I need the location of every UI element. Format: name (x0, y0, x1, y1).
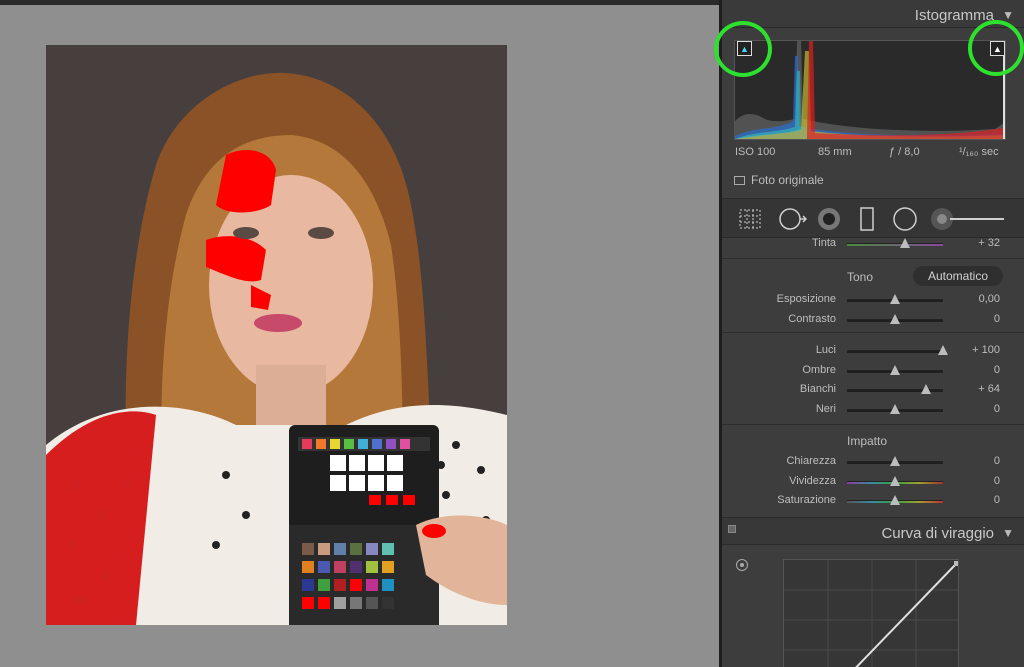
slider-value: + 64 (978, 383, 1000, 395)
histogram-header[interactable]: Istogramma ▼ (722, 0, 1024, 28)
slider-value: 0 (993, 313, 1000, 325)
histogram-graph (735, 41, 1005, 139)
shadow-clip-highlight-ring (714, 21, 772, 77)
slider-row-esposizione[interactable]: Esposizione 0,00 (722, 291, 1024, 309)
slider-row-neri[interactable]: Neri 0 (722, 401, 1024, 419)
slider-label: Saturazione (777, 494, 836, 506)
tone-curve-area (722, 545, 1024, 667)
slider-thumb[interactable] (890, 456, 900, 466)
slider-row-ombre[interactable]: Ombre 0 (722, 362, 1024, 380)
slider-row-chiarezza[interactable]: Chiarezza 0 (722, 453, 1024, 471)
red-eye-icon[interactable] (816, 206, 842, 235)
slider-row-bianchi[interactable]: Bianchi + 64 (722, 381, 1024, 399)
adjustment-brush-icon[interactable] (930, 207, 1006, 234)
slider-thumb[interactable] (890, 314, 900, 324)
triangle-down-icon[interactable]: ▼ (1002, 526, 1014, 540)
photo-preview[interactable] (46, 45, 507, 625)
original-photo-label: Foto originale (751, 173, 824, 187)
exif-iso: ISO 100 (735, 146, 776, 158)
grid-crop-icon[interactable] (738, 208, 762, 233)
tone-label: Tono (847, 270, 874, 284)
slider-thumb[interactable] (938, 345, 948, 355)
slider-thumb[interactable] (920, 384, 931, 394)
slider-label: Bianchi (799, 383, 836, 395)
slider-thumb[interactable] (890, 495, 900, 505)
spot-removal-icon[interactable] (778, 206, 808, 235)
slider-value: 0 (993, 363, 1000, 376)
slider-track[interactable] (847, 350, 943, 353)
slider-thumb[interactable] (890, 475, 900, 486)
graduated-filter-icon[interactable] (860, 207, 874, 234)
slider-row-luci[interactable]: Luci + 100 (722, 342, 1024, 360)
exif-shutter: ¹/₁₆₀ sec (959, 146, 999, 158)
radial-filter-icon[interactable] (892, 206, 918, 235)
tint-slider-row[interactable]: Tinta + 32 (722, 235, 1024, 253)
tone-curve-header[interactable]: Curva di viraggio ▼ (722, 517, 1024, 545)
tint-track[interactable] (847, 243, 943, 246)
slider-label: Chiarezza (786, 455, 836, 467)
slider-value: 0 (993, 474, 1000, 487)
slider-label: Ombre (802, 363, 836, 376)
tint-value: + 32 (978, 237, 1000, 249)
portrait-image (46, 45, 507, 625)
slider-label: Vividezza (789, 474, 836, 487)
tint-label: Tinta (811, 237, 836, 249)
highlight-clip-highlight-ring (968, 20, 1024, 76)
slider-value: 0,00 (978, 293, 1000, 305)
triangle-down-icon[interactable]: ▼ (1002, 8, 1014, 22)
image-canvas[interactable] (0, 5, 719, 667)
slider-row-contrasto[interactable]: Contrasto 0 (722, 311, 1024, 329)
tint-thumb[interactable] (899, 238, 910, 248)
slider-value: + 100 (972, 344, 1000, 356)
lightroom-develop-window: Istogramma ▼ ▲ ▲ ISO 100 85 mm ƒ / 8,0 ¹… (0, 0, 1024, 667)
slider-label: Neri (815, 402, 836, 415)
exif-focal-length: 85 mm (818, 146, 852, 158)
slider-thumb[interactable] (890, 364, 900, 375)
slider-value: 0 (993, 455, 1000, 467)
slider-thumb[interactable] (890, 403, 900, 414)
target-adjustment-icon[interactable] (736, 559, 748, 571)
slider-label: Contrasto (788, 313, 836, 325)
checkbox-icon[interactable] (734, 175, 745, 185)
auto-button[interactable]: Automatico (913, 266, 1003, 286)
slider-row-vividezza[interactable]: Vividezza 0 (722, 473, 1024, 491)
tone-curve-title: Curva di viraggio (881, 525, 994, 542)
slider-value: 0 (993, 494, 1000, 506)
slider-label: Esposizione (776, 293, 836, 305)
slider-label: Luci (815, 344, 836, 356)
histogram-chart (734, 40, 1006, 140)
slider-row-saturazione[interactable]: Saturazione 0 (722, 492, 1024, 510)
tool-strip (722, 198, 1024, 238)
histogram-title: Istogramma (914, 7, 994, 24)
exif-aperture: ƒ / 8,0 (889, 146, 920, 158)
slider-thumb[interactable] (890, 294, 900, 304)
original-photo-toggle[interactable]: Foto originale (734, 173, 824, 187)
presence-label: Impatto (847, 434, 888, 448)
right-panel: Istogramma ▼ ▲ ▲ ISO 100 85 mm ƒ / 8,0 ¹… (714, 0, 1024, 667)
panel-toggle-icon[interactable] (728, 525, 736, 533)
slider-value: 0 (993, 402, 1000, 415)
tone-curve-graph[interactable] (783, 559, 959, 667)
